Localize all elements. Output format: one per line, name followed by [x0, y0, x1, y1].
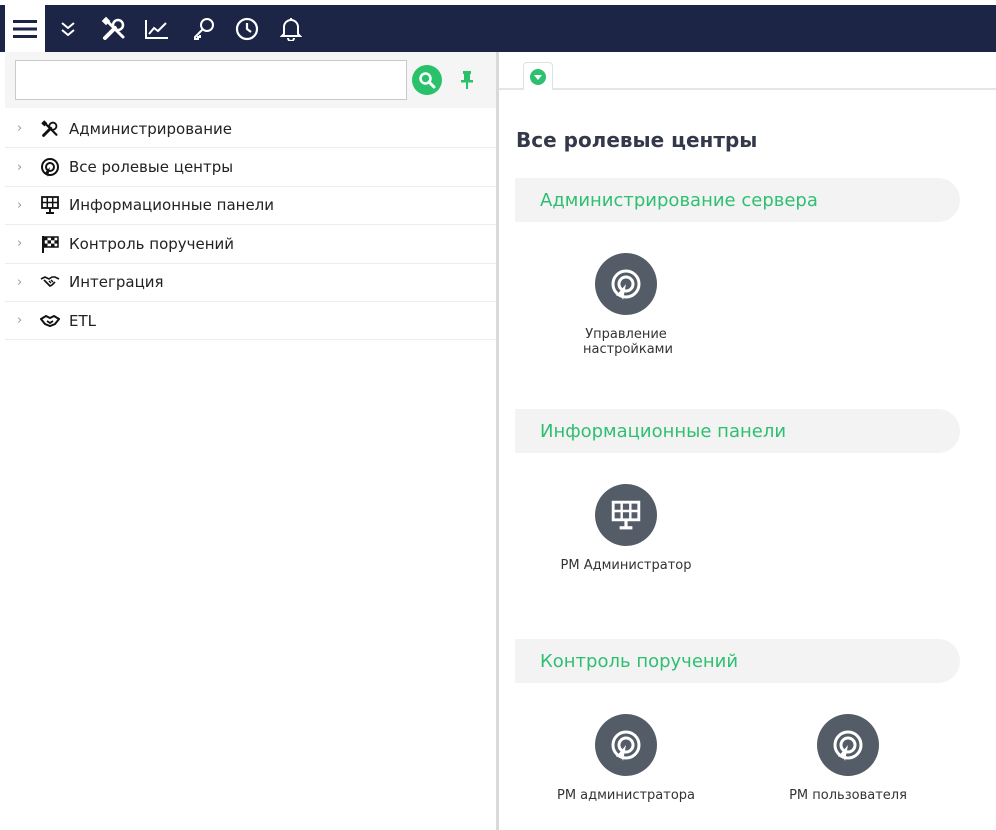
tile-rm-administrator[interactable]: РМ Администратор [551, 484, 701, 573]
search-button[interactable] [412, 65, 442, 95]
tab-home[interactable] [523, 62, 553, 90]
tree-item-label: Информационные панели [69, 196, 275, 215]
tree-item-label: ETL [69, 311, 96, 330]
solar-panel-icon [595, 484, 657, 546]
tree-item-label: Администрирование [69, 119, 233, 138]
tree-item-label: Все ролевые центры [69, 158, 234, 177]
tree-item-all-role-centers[interactable]: › Все ролевые центры [5, 148, 496, 187]
content-panel: Все ролевые центры Администрирование сер… [499, 52, 996, 830]
pin-icon [461, 71, 473, 89]
chevron-right-icon[interactable]: › [17, 236, 33, 251]
target-cursor-icon [39, 156, 61, 178]
tile-rm-user[interactable]: РМ пользователя [773, 714, 923, 803]
bell-icon[interactable] [274, 5, 308, 52]
tile-settings-management[interactable]: Управление настройками [551, 253, 701, 357]
chevron-right-icon[interactable]: › [17, 160, 33, 175]
section-header-task-control[interactable]: Контроль поручений [515, 639, 960, 683]
chevron-right-icon[interactable]: › [17, 198, 33, 213]
handshake-icon [39, 271, 61, 293]
double-chevron-down-icon[interactable] [51, 5, 85, 52]
navigation-panel: › Администрирование › Все ролевые центры… [5, 52, 496, 830]
target-cursor-icon [595, 253, 657, 315]
key-icon[interactable] [187, 5, 221, 52]
target-cursor-icon [595, 714, 657, 776]
tools-icon [39, 118, 61, 140]
solar-panel-icon [39, 194, 61, 216]
tile-rm-administrator-2[interactable]: РМ администратора [551, 714, 701, 803]
tree-item-etl[interactable]: › ETL [5, 302, 496, 341]
section-header-server-admin[interactable]: Администрирование сервера [515, 178, 960, 222]
section-header-dashboards[interactable]: Информационные панели [515, 409, 960, 453]
checkered-flag-icon [39, 233, 61, 255]
search-row [5, 52, 496, 108]
top-toolbar [0, 5, 996, 52]
page-title: Все ролевые центры [516, 128, 758, 152]
line-chart-icon[interactable] [140, 5, 174, 52]
chevron-down-circle-icon [530, 68, 546, 85]
tree-item-dashboards[interactable]: › Информационные панели [5, 187, 496, 226]
handshake-icon [39, 310, 61, 332]
tree-item-administration[interactable]: › Администрирование [5, 110, 496, 149]
tile-label: РМ администратора [556, 788, 696, 803]
chevron-right-icon[interactable]: › [17, 313, 33, 328]
tree-item-label: Контроль поручений [69, 234, 235, 253]
tile-label: РМ пользователя [789, 788, 907, 803]
search-input[interactable] [15, 60, 407, 100]
navigation-tree: › Администрирование › Все ролевые центры… [5, 110, 496, 341]
tile-label: РМ Администратор [560, 558, 692, 573]
tile-label: Управление настройками [583, 327, 673, 357]
search-icon [419, 72, 436, 89]
tree-item-label: Интеграция [69, 273, 164, 292]
target-cursor-icon [817, 714, 879, 776]
tree-item-integration[interactable]: › Интеграция [5, 264, 496, 302]
hamburger-menu-icon[interactable] [5, 5, 45, 52]
tab-strip [499, 52, 996, 90]
chevron-right-icon[interactable]: › [17, 275, 33, 290]
clock-icon[interactable] [230, 5, 264, 52]
tree-item-task-control[interactable]: › Контроль поручений [5, 225, 496, 264]
tools-icon[interactable] [97, 5, 131, 52]
chevron-right-icon[interactable]: › [17, 121, 33, 136]
pin-button[interactable] [457, 67, 477, 93]
